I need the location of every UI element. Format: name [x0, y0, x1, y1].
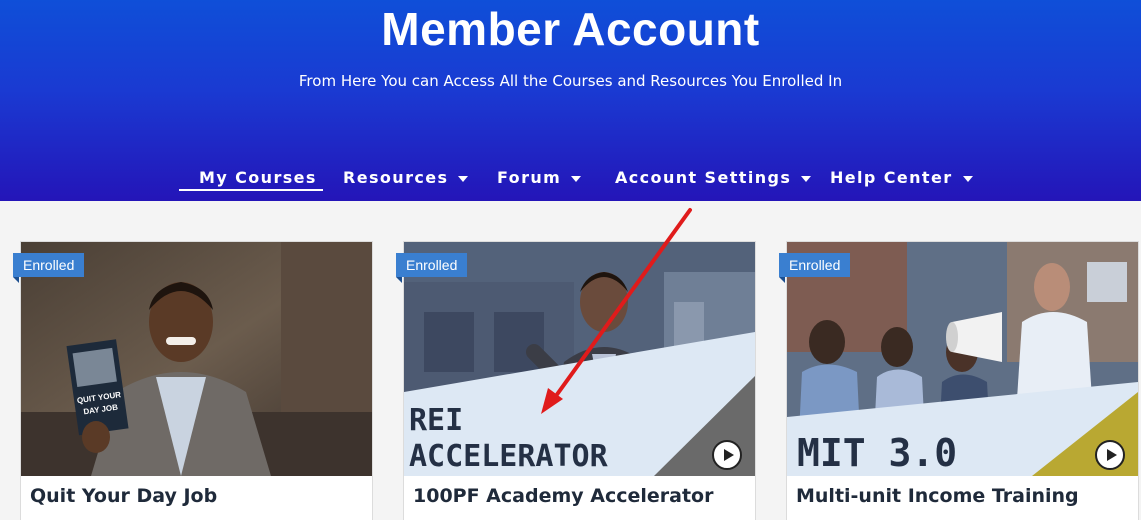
- overlay-line1: MIT 3.0: [797, 431, 957, 475]
- nav-account-settings[interactable]: Account Settings: [615, 168, 812, 192]
- nav-label: Forum: [497, 168, 562, 187]
- course-photo: REI ACCELERATOR: [404, 242, 755, 476]
- overlay-line2: ACCELERATOR: [409, 439, 609, 474]
- nav-label: Account Settings: [615, 168, 792, 187]
- course-title[interactable]: Quit Your Day Job: [30, 485, 217, 507]
- course-photo: MIT 3.0: [787, 242, 1138, 476]
- nav-forum[interactable]: Forum: [497, 168, 582, 192]
- nav-resources[interactable]: Resources: [343, 168, 469, 192]
- caret-down-icon: [458, 175, 469, 182]
- course-thumbnail[interactable]: MIT 3.0: [787, 242, 1138, 476]
- main-nav: My Courses Resources Forum Account Setti…: [0, 168, 1141, 192]
- nav-help-center[interactable]: Help Center: [830, 168, 973, 192]
- nav-label: Help Center: [830, 168, 953, 187]
- course-card-quit-your-day-job[interactable]: QUIT YOUR DAY JOB Quit Your Day Job: [20, 241, 373, 520]
- play-icon[interactable]: [712, 440, 742, 470]
- caret-down-icon: [962, 175, 973, 182]
- play-icon[interactable]: [1095, 440, 1125, 470]
- course-title[interactable]: Multi-unit Income Training: [796, 485, 1079, 507]
- enrolled-badge: Enrolled: [396, 253, 468, 283]
- course-thumbnail[interactable]: REI ACCELERATOR: [404, 242, 755, 476]
- nav-label: Resources: [343, 168, 449, 187]
- page-title: Member Account: [381, 3, 760, 55]
- course-title[interactable]: 100PF Academy Accelerator: [413, 485, 713, 507]
- course-card-100pf-academy-accelerator[interactable]: REI ACCELERATOR 100PF Academy Accelerato…: [403, 241, 756, 520]
- course-thumbnail[interactable]: QUIT YOUR DAY JOB: [21, 242, 372, 476]
- caret-down-icon: [801, 175, 812, 182]
- course-card-multi-unit-income-training[interactable]: MIT 3.0 Multi-unit Income Training: [786, 241, 1139, 520]
- enrolled-badge: Enrolled: [779, 253, 851, 283]
- overlay-line1: REI: [409, 403, 463, 438]
- nav-label: My Courses: [199, 168, 317, 187]
- active-tab-underline: [179, 189, 323, 191]
- course-photo: QUIT YOUR DAY JOB: [21, 242, 372, 476]
- caret-down-icon: [571, 175, 582, 182]
- page-subtitle: From Here You can Access All the Courses…: [298, 72, 843, 90]
- enrolled-badge: Enrolled: [13, 253, 85, 283]
